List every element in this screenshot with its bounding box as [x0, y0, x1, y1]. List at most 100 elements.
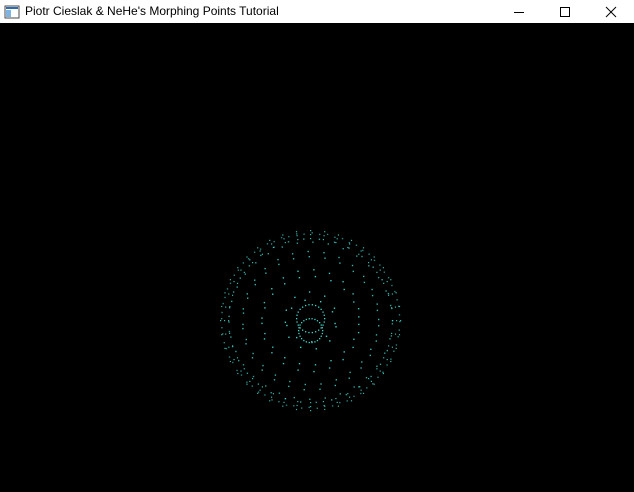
point	[353, 395, 355, 398]
point	[245, 338, 247, 341]
point	[267, 253, 269, 255]
point	[257, 247, 259, 249]
point	[308, 256, 310, 258]
point	[263, 301, 266, 304]
point	[238, 359, 240, 362]
point	[316, 320, 319, 322]
point	[339, 401, 341, 404]
point	[352, 293, 354, 295]
point	[319, 338, 321, 340]
point	[358, 253, 360, 255]
point	[314, 318, 316, 321]
point	[284, 283, 286, 285]
point	[224, 347, 226, 349]
point	[337, 234, 339, 236]
point	[269, 400, 271, 402]
point	[323, 252, 325, 254]
point	[347, 246, 349, 249]
point	[369, 354, 371, 357]
point	[225, 333, 227, 335]
window-title: Piotr Cieslak & NeHe's Morphing Points T…	[25, 4, 279, 18]
point	[232, 361, 234, 364]
point	[221, 305, 223, 308]
point	[298, 327, 300, 329]
point	[398, 329, 400, 331]
point	[324, 295, 326, 297]
morphing-points-canvas	[220, 230, 402, 412]
point	[254, 283, 256, 286]
point	[302, 329, 304, 331]
title-bar[interactable]: Piotr Cieslak & NeHe's Morphing Points T…	[0, 0, 634, 23]
point	[270, 392, 272, 394]
point	[281, 246, 283, 248]
point	[300, 346, 302, 349]
point	[391, 346, 393, 348]
point	[328, 367, 331, 369]
point	[259, 389, 261, 391]
point	[305, 304, 307, 307]
app-window-icon[interactable]	[4, 4, 20, 20]
point	[390, 335, 393, 337]
point	[389, 338, 391, 340]
point	[298, 277, 301, 279]
point	[323, 314, 325, 316]
point	[324, 397, 326, 399]
point	[345, 393, 347, 396]
point	[305, 341, 307, 343]
point	[325, 335, 328, 337]
point	[358, 316, 360, 318]
point	[229, 282, 232, 284]
point	[228, 356, 231, 358]
point	[294, 296, 296, 299]
point	[377, 376, 379, 378]
point	[305, 318, 307, 321]
point	[297, 401, 299, 403]
point	[262, 364, 264, 367]
point	[226, 288, 229, 290]
point	[310, 238, 312, 240]
point	[398, 334, 401, 336]
minimize-button[interactable]	[496, 0, 542, 23]
point	[228, 293, 230, 295]
point	[224, 292, 226, 294]
point	[239, 277, 241, 279]
point	[339, 262, 341, 264]
point	[245, 343, 247, 345]
point	[246, 383, 248, 385]
point	[314, 364, 317, 366]
point	[260, 254, 262, 257]
point	[248, 265, 251, 267]
point	[293, 405, 295, 407]
close-button[interactable]	[588, 0, 634, 23]
point	[348, 377, 350, 379]
point	[277, 258, 279, 261]
point	[323, 235, 325, 237]
point	[322, 330, 324, 332]
point	[304, 299, 306, 301]
point	[272, 393, 274, 395]
point	[232, 291, 235, 293]
point	[228, 315, 230, 318]
point	[393, 350, 395, 352]
maximize-button[interactable]	[542, 0, 588, 23]
point	[312, 241, 314, 243]
point	[228, 320, 230, 322]
point	[229, 360, 231, 363]
point	[351, 264, 354, 267]
point	[272, 246, 274, 249]
point	[222, 302, 224, 305]
point	[396, 299, 398, 301]
opengl-viewport[interactable]	[0, 23, 634, 492]
point	[251, 385, 253, 387]
point	[357, 308, 360, 310]
point	[368, 262, 370, 264]
point	[379, 370, 381, 372]
point	[237, 269, 240, 271]
point	[362, 392, 365, 394]
point	[259, 248, 262, 250]
point	[335, 398, 337, 400]
point	[301, 322, 303, 324]
point	[235, 350, 237, 353]
point	[358, 386, 360, 388]
point	[362, 247, 365, 249]
